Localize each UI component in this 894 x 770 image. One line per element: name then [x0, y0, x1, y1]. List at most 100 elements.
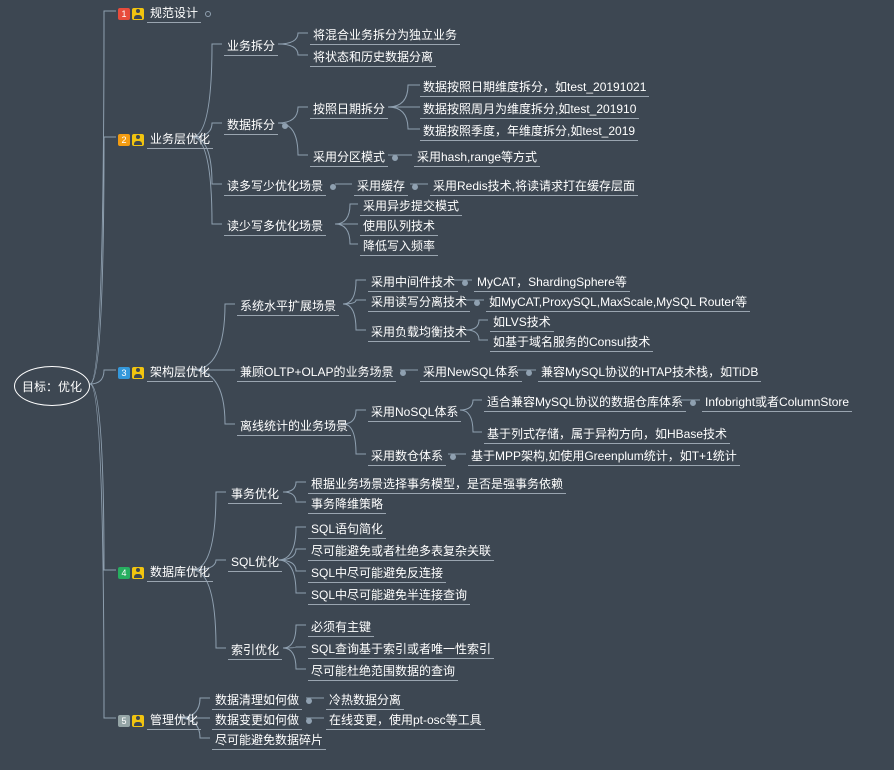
label: SQL语句简化 [308, 520, 386, 539]
num-badge: 4 [118, 567, 130, 579]
leaf[interactable]: 如MyCAT,ProxySQL,MaxScale,MySQL Router等 [486, 293, 750, 312]
label: 必须有主键 [308, 618, 374, 637]
label: 降低写入频率 [360, 237, 438, 256]
l2[interactable]: 2业务层优化 [118, 130, 213, 149]
leaf[interactable]: SQL中尽可能避免半连接查询 [308, 586, 470, 605]
l3c1b[interactable]: 采用读写分离技术 [368, 293, 480, 312]
leaf[interactable]: 兼容MySQL协议的HTAP技术栈，如TiDB [538, 363, 761, 382]
l4c2[interactable]: SQL优化 [228, 553, 282, 572]
leaf[interactable]: SQL语句简化 [308, 520, 386, 539]
person-icon [132, 367, 144, 379]
dot-icon [690, 400, 696, 406]
leaf[interactable]: 采用Redis技术,将读请求打在缓存层面 [430, 177, 638, 196]
label: 业务拆分 [224, 37, 278, 56]
label: 如基于域名服务的Consul技术 [490, 333, 653, 352]
label: SQL中尽可能避免半连接查询 [308, 586, 470, 605]
l3c1[interactable]: 系统水平扩展场景 [237, 297, 339, 316]
l4c3[interactable]: 索引优化 [228, 641, 282, 660]
l5c1[interactable]: 数据清理如何做 [212, 691, 312, 710]
leaf[interactable]: 将混合业务拆分为独立业务 [310, 26, 460, 45]
l3c3a[interactable]: 采用NoSQL体系 [368, 403, 461, 422]
label: 数据按照季度，年维度拆分,如test_2019 [420, 122, 638, 141]
l1[interactable]: 1规范设计 [118, 4, 211, 23]
leaf[interactable]: SQL查询基于索引或者唯一性索引 [308, 640, 494, 659]
leaf[interactable]: 冷热数据分离 [326, 691, 404, 710]
l3c2[interactable]: 兼顾OLTP+OLAP的业务场景 [237, 363, 406, 382]
expand-dot[interactable] [205, 11, 211, 17]
l3c1a[interactable]: 采用中间件技术 [368, 273, 468, 292]
label: 尽可能避免或者杜绝多表复杂关联 [308, 542, 494, 561]
label: SQL查询基于索引或者唯一性索引 [308, 640, 494, 659]
label: 冷热数据分离 [326, 691, 404, 710]
leaf[interactable]: 适合兼容MySQL协议的数据仓库体系 [484, 393, 696, 412]
label: 采用数仓体系 [368, 447, 446, 466]
label: 离线统计的业务场景 [237, 417, 351, 436]
label: 尽可能杜绝范围数据的查询 [308, 662, 458, 681]
dot-icon [450, 454, 456, 460]
leaf[interactable]: SQL中尽可能避免反连接 [308, 564, 446, 583]
mid[interactable]: 采用缓存 [354, 177, 418, 196]
l3c3[interactable]: 离线统计的业务场景 [237, 417, 351, 436]
leaf[interactable]: 数据按照周月为维度拆分,如test_201910 [420, 100, 639, 119]
l4c1[interactable]: 事务优化 [228, 485, 282, 504]
label: 数据库优化 [147, 563, 213, 582]
leaf[interactable]: 数据按照日期维度拆分，如test_20191021 [420, 78, 649, 97]
dot-icon [526, 370, 532, 376]
leaf[interactable]: Infobright或者ColumnStore [702, 393, 852, 412]
label: 基于MPP架构,如使用Greenplum统计，如T+1统计 [468, 447, 740, 466]
label: SQL中尽可能避免反连接 [308, 564, 446, 583]
l5c2[interactable]: 数据变更如何做 [212, 711, 312, 730]
label: 采用NoSQL体系 [368, 403, 461, 422]
l5c3[interactable]: 尽可能避免数据碎片 [212, 731, 326, 750]
l2c2a[interactable]: 按照日期拆分 [310, 100, 388, 119]
label: 事务优化 [228, 485, 282, 504]
l3c1c[interactable]: 采用负载均衡技术 [368, 323, 470, 342]
l4[interactable]: 4 数据库优化 [118, 563, 213, 582]
l2c1[interactable]: 业务拆分 [224, 37, 278, 56]
leaf[interactable]: 尽可能避免或者杜绝多表复杂关联 [308, 542, 494, 561]
l2c2[interactable]: 数据拆分 [224, 116, 288, 135]
leaf[interactable]: 必须有主键 [308, 618, 374, 637]
label: 基于列式存储，属于异构方向，如HBase技术 [484, 425, 730, 444]
person-icon [132, 567, 144, 579]
l2c3[interactable]: 读多写少优化场景 [224, 177, 336, 196]
label: 数据按照周月为维度拆分,如test_201910 [420, 100, 639, 119]
leaf[interactable]: 降低写入频率 [360, 237, 438, 256]
l5[interactable]: 5管理优化 [118, 711, 201, 730]
leaf[interactable]: 如LVS技术 [490, 313, 554, 332]
leaf[interactable]: 尽可能杜绝范围数据的查询 [308, 662, 458, 681]
person-icon [132, 134, 144, 146]
label: 采用负载均衡技术 [368, 323, 470, 342]
num-badge: 2 [118, 134, 130, 146]
label: 将混合业务拆分为独立业务 [310, 26, 460, 45]
leaf[interactable]: 根据业务场景选择事务模型，是否是强事务依赖 [308, 475, 566, 494]
mid[interactable]: 采用NewSQL体系 [420, 363, 532, 382]
l2c4[interactable]: 读少写多优化场景 [224, 217, 326, 236]
root-label: 目标：优化 [22, 378, 82, 395]
leaf[interactable]: 数据按照季度，年维度拆分,如test_2019 [420, 122, 638, 141]
leaf[interactable]: 在线变更，使用pt-osc等工具 [326, 711, 485, 730]
label: 采用读写分离技术 [368, 293, 470, 312]
leaf[interactable]: 如基于域名服务的Consul技术 [490, 333, 653, 352]
label: 采用中间件技术 [368, 273, 458, 292]
leaf[interactable]: 采用hash,range等方式 [414, 148, 540, 167]
leaf[interactable]: MyCAT，ShardingSphere等 [474, 273, 630, 292]
label: 根据业务场景选择事务模型，是否是强事务依赖 [308, 475, 566, 494]
dot-icon [400, 370, 406, 376]
leaf[interactable]: 事务降维策略 [308, 495, 386, 514]
root-node[interactable]: 目标：优化 [14, 366, 90, 406]
dot-icon [462, 280, 468, 286]
l3[interactable]: 3架构层优化 [118, 363, 213, 382]
num-badge: 1 [118, 8, 130, 20]
l3c3b[interactable]: 采用数仓体系 [368, 447, 456, 466]
leaf[interactable]: 采用异步提交模式 [360, 197, 462, 216]
label: 采用hash,range等方式 [414, 148, 540, 167]
leaf[interactable]: 基于列式存储，属于异构方向，如HBase技术 [484, 425, 730, 444]
l2c2b[interactable]: 采用分区模式 [310, 148, 398, 167]
label: Infobright或者ColumnStore [702, 393, 852, 412]
label: 数据变更如何做 [212, 711, 302, 730]
leaf[interactable]: 将状态和历史数据分离 [310, 48, 436, 67]
label: 按照日期拆分 [310, 100, 388, 119]
leaf[interactable]: 使用队列技术 [360, 217, 438, 236]
leaf[interactable]: 基于MPP架构,如使用Greenplum统计，如T+1统计 [468, 447, 740, 466]
